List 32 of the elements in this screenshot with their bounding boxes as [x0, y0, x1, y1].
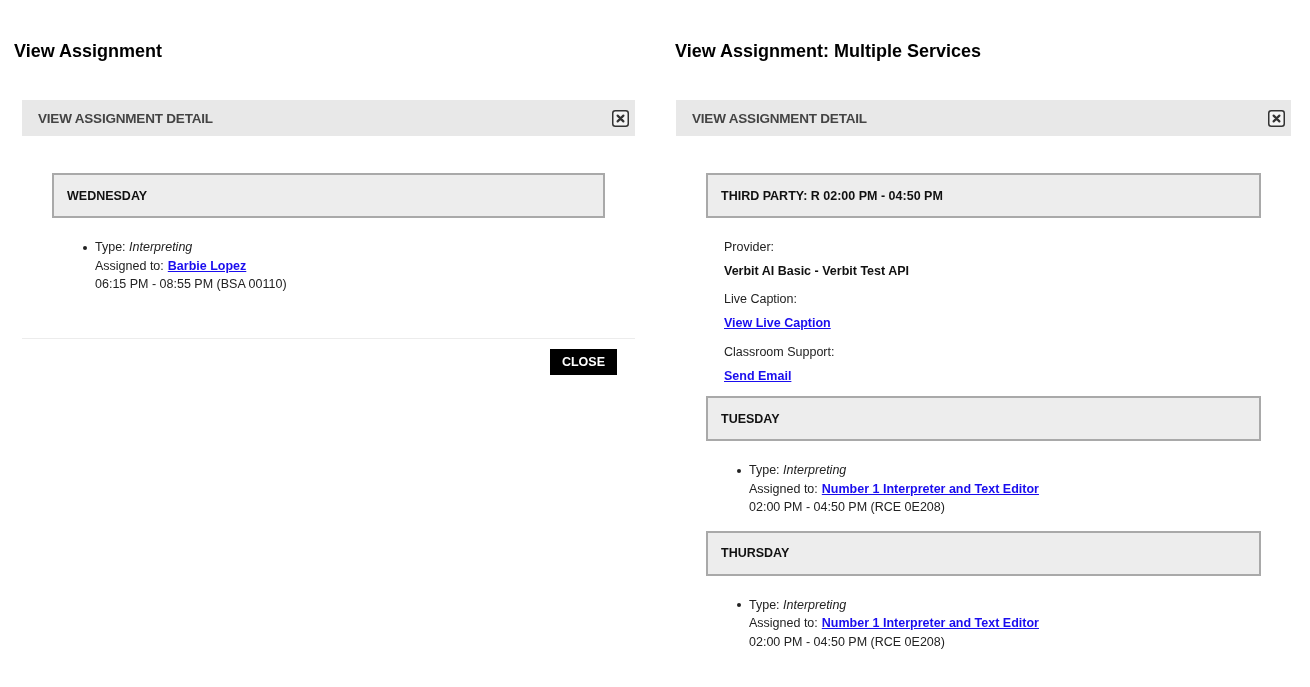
assigned-label: Assigned to:: [95, 257, 164, 275]
field-link[interactable]: Send Email: [724, 366, 792, 385]
section-header: THIRD PARTY: R 02:00 PM - 04:50 PM: [706, 173, 1261, 218]
bullet-icon: [737, 603, 741, 607]
time-text: 06:15 PM - 08:55 PM (BSA 00110): [95, 276, 287, 293]
assignee-link[interactable]: Number 1 Interpreter and Text Editor: [821, 479, 1039, 498]
type-text: Type: Interpreting: [95, 239, 193, 256]
assigned-label: Assigned to:: [749, 615, 818, 632]
page-heading: View Assignment: Multiple Services: [675, 40, 982, 62]
close-icon[interactable]: [612, 109, 629, 127]
assigned-label: Assigned to:: [749, 480, 818, 498]
assignee-link[interactable]: Barbie Lopez: [167, 256, 247, 275]
modal-title: VIEW ASSIGNMENT DETAIL: [692, 110, 867, 126]
page-heading: View Assignment: [14, 40, 163, 62]
close-button[interactable]: CLOSE: [549, 348, 617, 375]
type-text: Type: Interpreting: [749, 462, 847, 479]
section-header: WEDNESDAY: [52, 173, 605, 218]
time-text: 02:00 PM - 04:50 PM (RCE 0E208): [749, 499, 945, 516]
assignee-link[interactable]: Number 1 Interpreter and Text Editor: [821, 614, 1039, 633]
field-label: Live Caption:: [724, 291, 797, 308]
bullet-icon: [737, 468, 741, 473]
bullet-icon: [83, 245, 87, 250]
field-label: Provider:: [724, 239, 775, 256]
field-value: Verbit AI Basic - Verbit Test API: [724, 263, 909, 280]
type-text: Type: Interpreting: [749, 596, 847, 614]
section-header: TUESDAY: [706, 396, 1261, 441]
modal-title: VIEW ASSIGNMENT DETAIL: [38, 110, 213, 126]
field-label: Classroom Support:: [724, 343, 835, 361]
section-header: THURSDAY: [706, 530, 1261, 576]
close-icon[interactable]: [1268, 109, 1285, 127]
time-text: 02:00 PM - 04:50 PM (RCE 0E208): [749, 633, 945, 651]
field-link[interactable]: View Live Caption: [724, 314, 831, 333]
